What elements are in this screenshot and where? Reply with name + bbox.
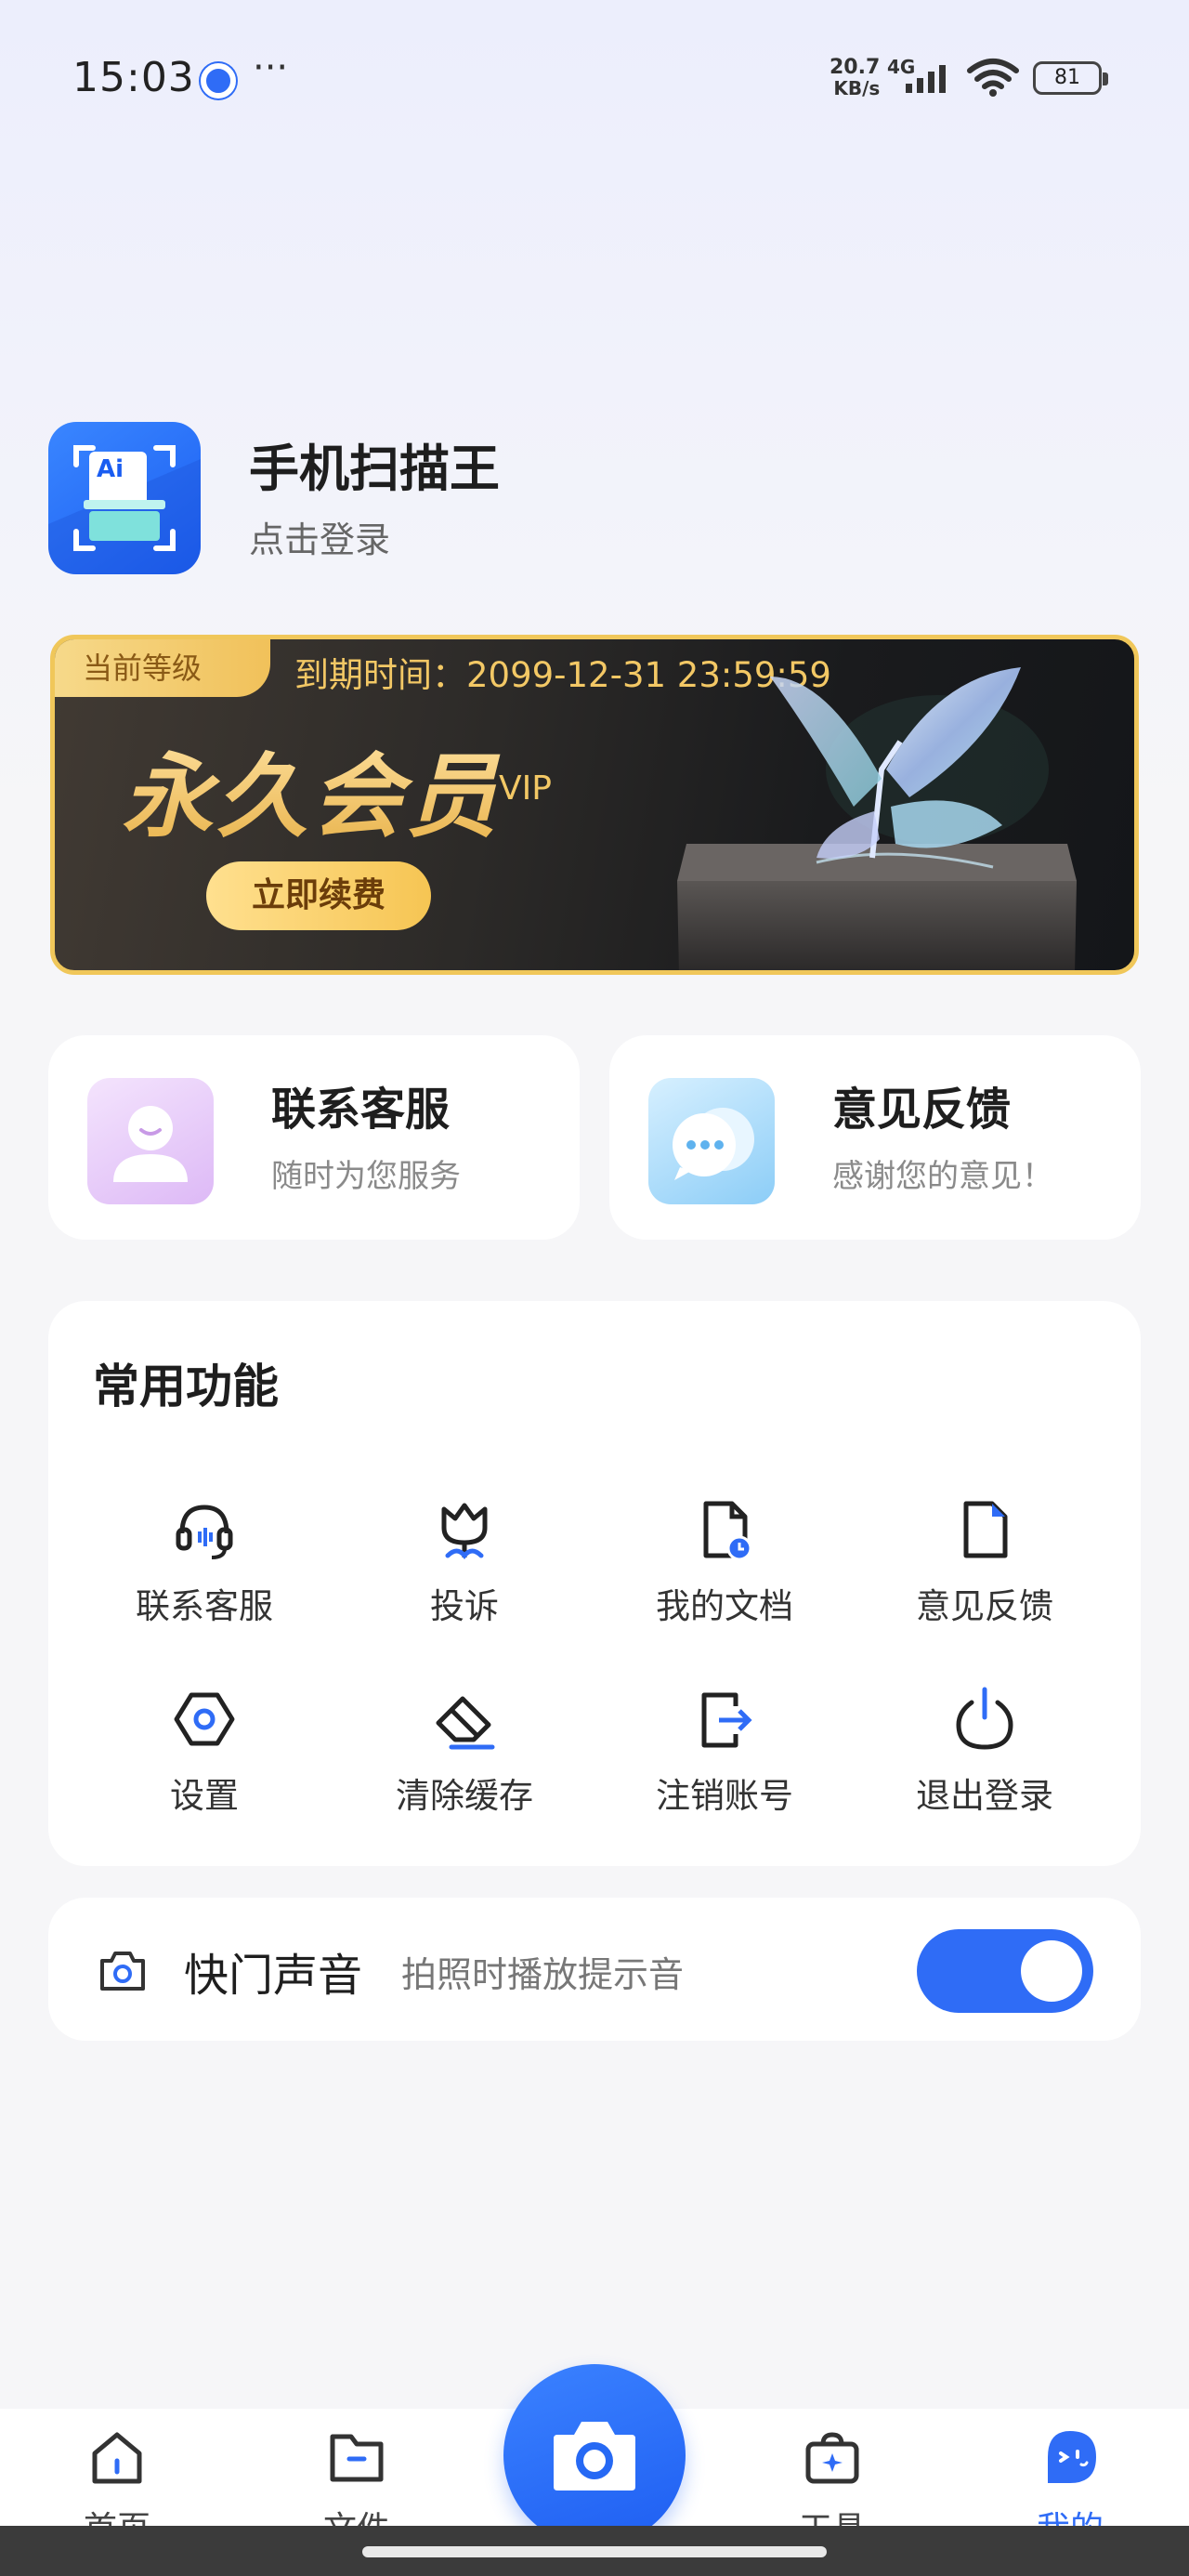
quick-card-feedback[interactable]: 意见反馈 感谢您的意见！ (609, 1035, 1141, 1240)
home-icon (92, 2432, 142, 2484)
logout-box-icon (701, 1692, 752, 1748)
headset-icon (176, 1505, 233, 1559)
status-bar: 15:03 ··· 20.7 KB/s 4G 81 (0, 0, 1189, 158)
feature-label: 注销账号 (656, 1776, 793, 1816)
app-notification-icon (201, 63, 236, 99)
battery-icon: 81 (1033, 61, 1108, 95)
scanner-logo-icon (48, 445, 201, 574)
vip-membership-card[interactable]: 当前等级 到期时间：2099-12-31 23:59:59 永久会员 VIP 立… (50, 635, 1139, 975)
folder-icon (330, 2434, 384, 2482)
customer-service-icon (87, 1078, 214, 1204)
shutter-sound-subtitle: 拍照时播放提示音 (401, 1954, 685, 1995)
quick-card-title: 联系客服 (271, 1084, 451, 1136)
profile-header[interactable]: Ai 手机扫描王 点击登录 (48, 422, 1144, 580)
network-speed: 20.7 KB/s (830, 58, 880, 99)
hexagon-settings-icon (174, 1692, 235, 1746)
app-name: 手机扫描王 (249, 440, 500, 498)
feature-my-documents[interactable]: 我的文档 (594, 1496, 855, 1636)
app-logo: Ai (48, 422, 201, 574)
common-features-panel: 常用功能 联系客服 投诉 我的文档 意见反馈 设置 清除缓存 注销账号 退出登录 (48, 1301, 1141, 1866)
document-icon (963, 1501, 1008, 1558)
vip-title: 永久会员 (122, 723, 501, 855)
gesture-bar[interactable] (362, 2546, 827, 2557)
toolbox-icon (805, 2432, 859, 2484)
toggle-knob (1021, 1940, 1082, 2002)
more-notifications-icon: ··· (253, 46, 289, 89)
feature-label: 设置 (170, 1776, 239, 1816)
feature-clear-cache[interactable]: 清除缓存 (334, 1686, 594, 1825)
document-clock-icon (703, 1501, 752, 1561)
camera-outline-icon (100, 1952, 145, 1991)
feature-feedback[interactable]: 意见反馈 (855, 1496, 1115, 1636)
camera-icon (554, 2422, 635, 2491)
logo-ai-text: Ai (97, 455, 124, 483)
crystal-butterfly-icon (677, 667, 1077, 970)
renew-button[interactable]: 立即续费 (206, 861, 431, 930)
feature-settings[interactable]: 设置 (74, 1686, 334, 1825)
quick-card-customer-service[interactable]: 联系客服 随时为您服务 (48, 1035, 580, 1240)
feature-contact-service[interactable]: 联系客服 (74, 1496, 334, 1636)
vip-level-tag: 当前等级 (55, 639, 270, 697)
signal-icon (906, 65, 946, 93)
shutter-sound-title: 快门声音 (184, 1950, 363, 2002)
feature-label: 联系客服 (136, 1586, 273, 1626)
feature-label: 清除缓存 (396, 1776, 533, 1816)
shutter-sound-toggle[interactable] (917, 1929, 1093, 2013)
shutter-sound-setting: 快门声音 拍照时播放提示音 (48, 1898, 1141, 2041)
system-gesture-area (0, 2526, 1189, 2576)
vip-badge: VIP (499, 769, 552, 808)
eraser-icon (436, 1696, 495, 1750)
quick-card-subtitle: 随时为您服务 (271, 1158, 461, 1195)
power-icon (956, 1687, 1013, 1750)
network-speed-unit: KB/s (833, 77, 881, 99)
quick-card-title: 意见反馈 (832, 1084, 1012, 1136)
profile-face-icon (1048, 2431, 1096, 2483)
feature-delete-account[interactable]: 注销账号 (594, 1686, 855, 1825)
feature-label: 投诉 (430, 1586, 499, 1626)
feature-label: 退出登录 (916, 1776, 1053, 1816)
feature-complaint[interactable]: 投诉 (334, 1496, 594, 1636)
tulip-icon (441, 1503, 488, 1559)
features-title: 常用功能 (93, 1360, 279, 1413)
feedback-chat-icon (648, 1078, 775, 1204)
feature-label: 我的文档 (656, 1586, 793, 1626)
feature-logout[interactable]: 退出登录 (855, 1686, 1115, 1825)
network-speed-value: 20.7 (830, 56, 881, 79)
login-link[interactable]: 点击登录 (249, 511, 390, 562)
feature-label: 意见反馈 (916, 1586, 1053, 1626)
quick-card-subtitle: 感谢您的意见！ (832, 1158, 1053, 1195)
camera-scan-button[interactable] (503, 2364, 686, 2546)
wifi-icon (967, 59, 1019, 97)
status-time: 15:03 (72, 54, 195, 101)
